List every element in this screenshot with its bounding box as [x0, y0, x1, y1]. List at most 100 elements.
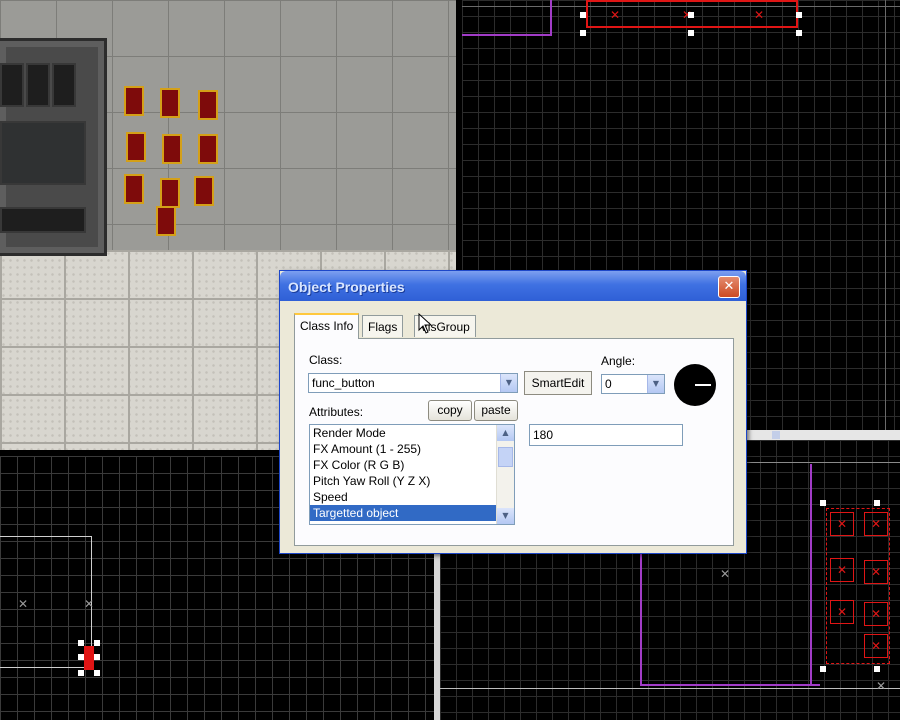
- selection-handle[interactable]: [78, 654, 84, 660]
- class-value: func_button: [312, 376, 375, 390]
- brush-outline: [0, 667, 92, 668]
- button-brush[interactable]: [198, 90, 218, 120]
- panel-slot: [0, 207, 86, 233]
- list-item[interactable]: Target Path: [310, 521, 514, 524]
- angle-label: Angle:: [601, 354, 636, 368]
- button-brush[interactable]: [194, 176, 214, 206]
- brush-center-mark: ✕: [610, 8, 621, 22]
- tab-flags[interactable]: Flags: [362, 315, 404, 337]
- dialog-title-bar[interactable]: Object Properties ✕: [280, 271, 746, 301]
- entity-center-mark: ✕: [876, 679, 887, 693]
- bounds-line: [550, 0, 552, 36]
- bounds-line: [810, 464, 812, 686]
- button-brush[interactable]: ✕: [864, 602, 888, 626]
- attribute-value: 180: [533, 428, 554, 442]
- list-scrollbar[interactable]: ▲ ▼: [496, 425, 514, 524]
- angle-select[interactable]: 0 ▼: [601, 374, 665, 394]
- grid-axis-line: [885, 0, 886, 430]
- object-properties-dialog[interactable]: Object Properties ✕ Class Info Flags Vis…: [279, 270, 747, 554]
- button-brush[interactable]: [160, 178, 180, 208]
- list-item[interactable]: FX Color (R G B): [310, 457, 514, 473]
- selection-handle[interactable]: [78, 670, 84, 676]
- close-button[interactable]: ✕: [718, 276, 740, 298]
- list-item[interactable]: Speed: [310, 489, 514, 505]
- dialog-title: Object Properties: [288, 279, 405, 295]
- chevron-down-icon[interactable]: ▼: [647, 375, 664, 393]
- tab-class-info[interactable]: Class Info: [294, 313, 360, 339]
- button-brush[interactable]: [160, 88, 180, 118]
- paste-button[interactable]: paste: [474, 400, 518, 421]
- selection-handle[interactable]: [874, 500, 880, 506]
- selection-handle[interactable]: [820, 500, 826, 506]
- selection-handle[interactable]: [796, 30, 802, 36]
- selection-handle[interactable]: [820, 666, 826, 672]
- brush-outline: [0, 536, 92, 537]
- button-brush[interactable]: ✕: [830, 600, 854, 624]
- entity-center-mark: ✕: [18, 597, 29, 611]
- attribute-value-input[interactable]: 180: [529, 424, 683, 446]
- entity-center-mark: ✕: [84, 597, 95, 611]
- selection-handle[interactable]: [688, 30, 694, 36]
- scrollbar-thumb[interactable]: [772, 431, 780, 439]
- button-brush[interactable]: ✕: [830, 512, 854, 536]
- button-brush[interactable]: ✕: [864, 634, 888, 658]
- smartedit-button[interactable]: SmartEdit: [524, 371, 592, 395]
- button-brush[interactable]: [124, 86, 144, 116]
- list-item[interactable]: FX Amount (1 - 255): [310, 441, 514, 457]
- panel-slot: [26, 63, 50, 107]
- selection-handle[interactable]: [78, 640, 84, 646]
- brush-outline: [440, 688, 900, 689]
- button-brush[interactable]: [126, 132, 146, 162]
- selection-handle[interactable]: [94, 670, 100, 676]
- class-select[interactable]: func_button ▼: [308, 373, 518, 393]
- list-item[interactable]: Targetted object: [310, 505, 514, 521]
- bounds-line: [462, 34, 552, 36]
- chevron-down-icon[interactable]: ▼: [500, 374, 517, 392]
- panel-slot: [0, 63, 24, 107]
- selection-handle[interactable]: [580, 12, 586, 18]
- button-brush[interactable]: ✕: [830, 558, 854, 582]
- selection-handle[interactable]: [94, 654, 100, 660]
- button-brush[interactable]: ✕: [864, 512, 888, 536]
- button-brush[interactable]: [156, 206, 176, 236]
- button-brush[interactable]: [124, 174, 144, 204]
- wall-panel: [0, 38, 107, 256]
- smartedit-label: SmartEdit: [531, 376, 585, 390]
- button-brush[interactable]: ✕: [864, 560, 888, 584]
- chevron-down-icon[interactable]: ▼: [497, 508, 514, 524]
- selection-handle[interactable]: [796, 12, 802, 18]
- class-label: Class:: [309, 353, 343, 367]
- close-icon: ✕: [723, 279, 735, 294]
- brush-center-mark: ✕: [870, 607, 882, 621]
- tab-label: Flags: [368, 320, 398, 334]
- brush-center-mark: ✕: [870, 639, 882, 653]
- paste-label: paste: [481, 403, 511, 417]
- panel-screen: [0, 121, 86, 185]
- scrollbar-thumb[interactable]: [498, 447, 513, 467]
- list-item[interactable]: Render Mode: [310, 425, 514, 441]
- brush-center-mark: ✕: [836, 563, 848, 577]
- attributes-label: Attributes:: [309, 405, 364, 419]
- chevron-up-icon[interactable]: ▲: [497, 425, 514, 441]
- mouse-cursor-icon: [418, 313, 433, 334]
- angle-dial-pointer: [695, 384, 711, 386]
- selected-brush[interactable]: [84, 646, 94, 670]
- entity-center-mark: ✕: [720, 567, 731, 581]
- copy-label: copy: [437, 403, 463, 417]
- tab-label: Class Info: [300, 319, 354, 333]
- attributes-list[interactable]: Render Mode FX Amount (1 - 255) FX Color (…: [309, 424, 515, 525]
- brush-center-mark: ✕: [754, 8, 765, 22]
- selection-handle[interactable]: [580, 30, 586, 36]
- brush-center-mark: ✕: [836, 517, 848, 531]
- selection-handle[interactable]: [94, 640, 100, 646]
- list-item[interactable]: Pitch Yaw Roll (Y Z X): [310, 473, 514, 489]
- button-brush[interactable]: [198, 134, 218, 164]
- angle-dial-icon[interactable]: [674, 364, 716, 406]
- brush-center-mark: ✕: [870, 517, 882, 531]
- brush-center-mark: ✕: [836, 605, 848, 619]
- button-brush[interactable]: [162, 134, 182, 164]
- selection-handle[interactable]: [688, 12, 694, 18]
- selection-handle[interactable]: [874, 666, 880, 672]
- copy-button[interactable]: copy: [428, 400, 472, 421]
- panel-slot: [52, 63, 76, 107]
